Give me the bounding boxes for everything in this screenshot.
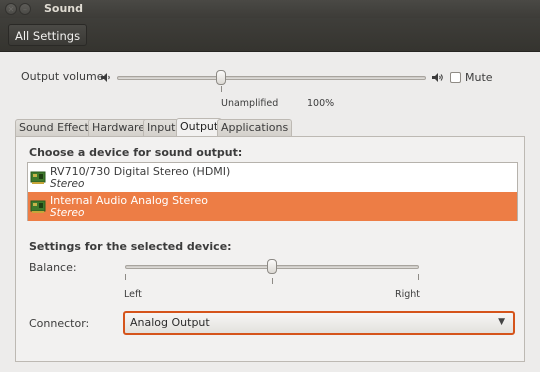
device-name: Internal Audio Analog Stereo — [50, 194, 208, 207]
tab-sound-effects[interactable]: Sound Effects — [15, 119, 99, 136]
sound-card-icon — [30, 171, 46, 184]
balance-left-label: Left — [124, 289, 142, 300]
speaker-low-icon — [101, 73, 110, 82]
tab-hardware[interactable]: Hardware — [88, 119, 150, 136]
device-profile: Stereo — [50, 178, 85, 190]
balance-right-label: Right — [395, 289, 421, 300]
sound-card-icon — [30, 200, 46, 213]
minimize-window-button[interactable]: – — [19, 3, 31, 15]
chevron-down-icon: ▼ — [498, 317, 505, 327]
balance-left-tick — [125, 274, 126, 280]
output-volume-slider[interactable] — [117, 76, 426, 80]
connector-selected-value: Analog Output — [130, 316, 210, 329]
balance-right-tick — [418, 274, 419, 280]
balance-center-tick — [272, 278, 273, 284]
balance-knob[interactable] — [267, 259, 277, 274]
toolbar: All Settings — [0, 18, 540, 52]
mute-label: Mute — [465, 71, 493, 84]
tab-input[interactable]: Input — [143, 119, 180, 136]
tab-output[interactable]: Output — [176, 118, 223, 136]
close-window-button[interactable]: ✕ — [5, 3, 17, 15]
output-volume-label: Output volume: — [21, 70, 108, 83]
output-volume-knob[interactable] — [216, 70, 226, 85]
balance-label: Balance: — [29, 261, 77, 274]
output-device-list: RV710/730 Digital Stereo (HDMI) Stereo I… — [27, 162, 518, 221]
device-profile: Stereo — [50, 207, 85, 219]
title-bar: ✕ – Sound — [0, 0, 540, 18]
connector-label: Connector: — [29, 317, 90, 330]
unamplified-label: Unamplified — [221, 98, 279, 109]
close-icon: ✕ — [7, 5, 15, 14]
minimize-icon: – — [23, 5, 27, 14]
unamplified-tick — [221, 86, 222, 92]
window-title: Sound — [44, 2, 84, 15]
all-settings-button[interactable]: All Settings — [8, 24, 88, 46]
full-volume-label: 100% — [307, 98, 335, 109]
choose-device-heading: Choose a device for sound output: — [29, 146, 243, 159]
device-row-internal-audio[interactable]: Internal Audio Analog Stereo Stereo — [28, 192, 517, 221]
speaker-high-icon — [432, 73, 443, 82]
tab-applications[interactable]: Applications — [217, 119, 293, 136]
settings-heading: Settings for the selected device: — [29, 240, 232, 253]
device-name: RV710/730 Digital Stereo (HDMI) — [50, 165, 231, 178]
device-row-hdmi[interactable]: RV710/730 Digital Stereo (HDMI) Stereo — [28, 163, 517, 192]
connector-dropdown[interactable]: Analog Output ▼ — [123, 311, 515, 335]
mute-checkbox[interactable] — [450, 72, 461, 83]
